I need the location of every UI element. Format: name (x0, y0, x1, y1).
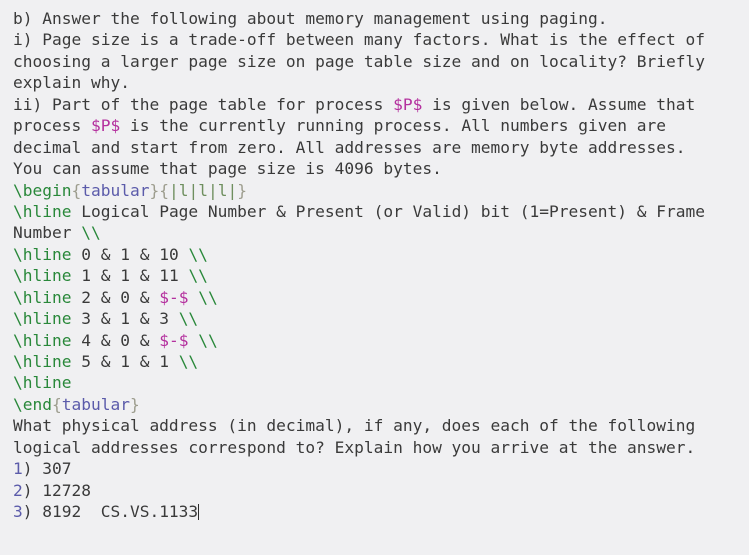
token-cmd: \\ (198, 330, 218, 350)
token-brace: { (159, 180, 169, 200)
token-plain: Number (13, 223, 82, 243)
token-cmd: \\ (188, 266, 208, 286)
code-line[interactable]: explain why. (13, 72, 749, 93)
code-line[interactable]: \hline 1 & 1 & 11 \\ (13, 265, 749, 286)
token-plain: Logical Page Number & Present (or Valid)… (71, 201, 705, 221)
token-num: 1 (13, 459, 23, 479)
token-plain: 3 & 1 & 3 (71, 309, 179, 329)
token-math: $-$ (159, 287, 189, 307)
token-cmd: \hline (13, 352, 72, 371)
token-cmd: \\ (178, 309, 199, 329)
token-plain: ) 8192 CS.VS.1133 (22, 502, 199, 522)
code-line[interactable]: \end{tabular} (13, 394, 749, 415)
code-line[interactable]: 2) 12728 (13, 480, 749, 501)
code-line[interactable]: process $P$ is the currently running pro… (13, 115, 749, 136)
code-line[interactable]: \hline 5 & 1 & 1 \\ (13, 351, 749, 372)
code-line[interactable]: 1) 307 (13, 458, 749, 479)
token-plain: 1 & 1 & 11 (71, 266, 189, 286)
code-line[interactable]: What physical address (in decimal), if a… (13, 415, 749, 436)
code-line[interactable]: 3) 8192 CS.VS.1133 (13, 501, 749, 522)
token-plain: process (13, 116, 91, 136)
token-brace: } (129, 394, 140, 414)
token-plain: What physical address (in decimal), if a… (13, 416, 696, 436)
code-line[interactable]: You can assume that page size is 4096 by… (13, 158, 749, 179)
code-line[interactable]: \hline Logical Page Number & Present (or… (13, 201, 749, 222)
token-plain: 5 & 1 & 1 (71, 352, 179, 371)
token-env: tabular (81, 180, 150, 200)
token-cmd: \hline (13, 201, 72, 221)
token-cmd: \hline (13, 330, 72, 350)
token-num: 3 (13, 502, 23, 522)
token-math: $P$ (90, 116, 121, 136)
token-plain: is the currently running process. All nu… (120, 116, 666, 136)
token-spec: |l|l|l| (168, 180, 238, 200)
code-line[interactable]: \hline 0 & 1 & 10 \\ (13, 244, 749, 265)
code-line[interactable]: i) Page size is a trade-off between many… (13, 29, 749, 50)
editor-surface[interactable]: b) Answer the following about memory man… (0, 0, 749, 555)
code-line[interactable]: ii) Part of the page table for process $… (13, 94, 749, 115)
code-text-area[interactable]: b) Answer the following about memory man… (0, 8, 749, 523)
token-brace: { (51, 394, 62, 414)
token-math: $P$ (393, 94, 423, 114)
token-plain: 0 & 1 & 10 (71, 244, 189, 264)
code-line[interactable]: \begin{tabular}{|l|l|l|} (13, 180, 749, 201)
code-line[interactable]: Number \\ (13, 222, 749, 243)
code-line[interactable]: \hline 2 & 0 & $-$ \\ (13, 287, 749, 308)
code-line[interactable]: decimal and start from zero. All address… (13, 137, 749, 158)
text-cursor (198, 504, 200, 521)
token-cmd: \begin (13, 180, 72, 200)
token-cmd: \end (13, 394, 52, 414)
token-plain: 2 & 0 & (71, 287, 160, 307)
token-plain: logical addresses correspond to? Explain… (13, 437, 696, 457)
token-cmd: \hline (13, 287, 72, 307)
token-math: $-$ (159, 330, 189, 350)
token-plain: ) 307 (22, 459, 72, 479)
token-cmd: \\ (178, 352, 199, 371)
code-line[interactable]: \hline 3 & 1 & 3 \\ (13, 308, 749, 329)
token-plain: i) Page size is a trade-off between many… (13, 30, 705, 50)
token-cmd: \hline (13, 244, 72, 264)
token-env: tabular (61, 394, 130, 414)
token-plain: ) 12728 (22, 480, 91, 500)
token-plain: b) Answer the following about memory man… (13, 9, 608, 28)
token-cmd: \hline (13, 373, 72, 393)
token-cmd: \\ (81, 223, 101, 243)
token-plain: explain why. (13, 73, 130, 93)
token-plain: is given below. Assume that (422, 94, 696, 114)
token-num: 2 (13, 480, 23, 500)
token-cmd: \\ (198, 287, 218, 307)
token-plain: 4 & 0 & (71, 330, 160, 350)
token-plain: You can assume that page size is 4096 by… (13, 159, 442, 179)
token-brace: } (149, 180, 160, 200)
token-cmd: \hline (13, 266, 72, 286)
token-plain: decimal and start from zero. All address… (13, 137, 686, 157)
code-line[interactable]: logical addresses correspond to? Explain… (13, 437, 749, 458)
token-cmd: \\ (188, 244, 208, 264)
token-plain: ii) Part of the page table for process (13, 94, 394, 114)
code-line[interactable]: \hline (13, 372, 749, 393)
token-plain: choosing a larger page size on page tabl… (13, 51, 705, 71)
code-line[interactable]: b) Answer the following about memory man… (13, 8, 749, 29)
token-cmd: \hline (13, 309, 72, 329)
code-line[interactable]: choosing a larger page size on page tabl… (13, 51, 749, 72)
token-brace: } (237, 180, 247, 200)
token-brace: { (71, 180, 82, 200)
code-line[interactable]: \hline 4 & 0 & $-$ \\ (13, 330, 749, 351)
